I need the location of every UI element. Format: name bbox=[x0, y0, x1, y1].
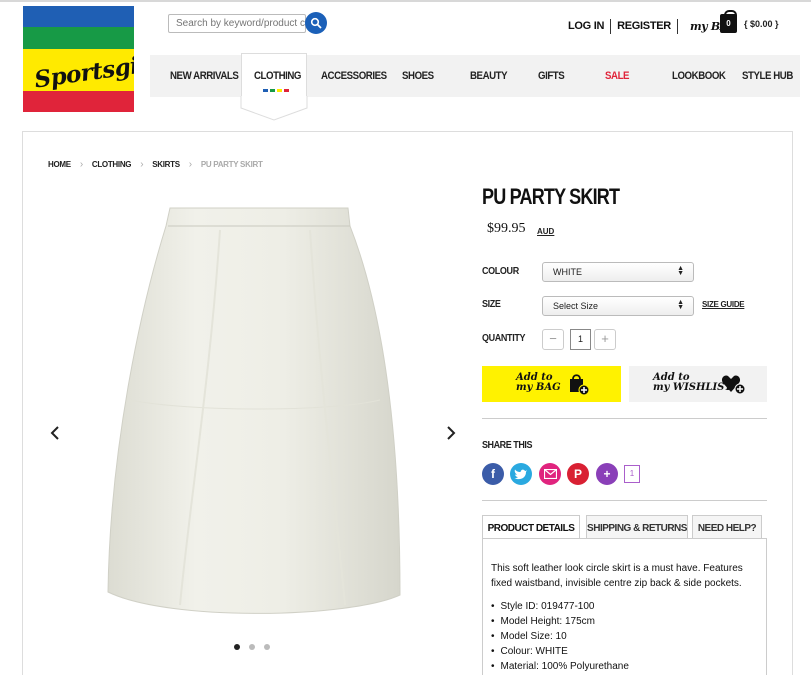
account-links: LOG IN REGISTER my BAG bbox=[568, 18, 738, 34]
nav-item-sale[interactable]: SALE bbox=[605, 70, 630, 82]
search-icon bbox=[310, 17, 322, 29]
nav-item-new-arrivals[interactable]: NEW ARRIVALS bbox=[170, 70, 239, 82]
bag-count: 0 bbox=[726, 19, 731, 28]
divider bbox=[482, 418, 767, 419]
prev-image-button[interactable] bbox=[50, 425, 60, 446]
bag-total: { $0.00 } bbox=[744, 19, 779, 29]
nav-item-clothing[interactable]: CLOTHING bbox=[254, 70, 301, 82]
image-dot[interactable] bbox=[264, 644, 270, 650]
product-description: This soft leather look circle skirt is a… bbox=[491, 563, 743, 589]
quantity-increase-button[interactable]: + bbox=[594, 329, 616, 350]
spec-item: Model Height: 175cm bbox=[491, 614, 758, 629]
size-select-value: Select Size bbox=[553, 301, 599, 311]
image-pagination bbox=[234, 644, 270, 650]
spec-item: Material: 100% Polyurethane bbox=[491, 659, 758, 674]
select-arrows-icon: ▲ ▼ bbox=[677, 299, 684, 311]
register-link[interactable]: REGISTER bbox=[617, 20, 671, 32]
nav-item-lookbook[interactable]: LOOKBOOK bbox=[672, 70, 726, 82]
spec-item: Model Size: 10 bbox=[491, 629, 758, 644]
add-to-bag-button[interactable]: Add to my BAG bbox=[482, 366, 621, 402]
tab-product-details[interactable]: PRODUCT DETAILS bbox=[482, 515, 580, 539]
add-this-plus-icon[interactable]: + bbox=[596, 463, 618, 485]
tab-shipping-returns[interactable]: SHIPPING & RETURNS bbox=[586, 515, 688, 539]
image-dot[interactable] bbox=[249, 644, 255, 650]
breadcrumb: HOME › CLOTHING › SKIRTS › PU PARTY SKIR… bbox=[48, 159, 263, 170]
quantity-label: QUANTITY bbox=[482, 333, 526, 344]
image-dot[interactable] bbox=[234, 644, 240, 650]
pinterest-icon[interactable]: P bbox=[567, 463, 589, 485]
chevron-right-icon: › bbox=[140, 159, 144, 170]
search-input[interactable] bbox=[168, 14, 306, 33]
breadcrumb-clothing[interactable]: CLOTHING bbox=[92, 160, 132, 169]
search-button[interactable] bbox=[305, 12, 327, 34]
chevron-right-icon bbox=[447, 426, 456, 440]
nav-item-accessories[interactable]: ACCESSORIES bbox=[321, 70, 387, 82]
email-icon[interactable] bbox=[539, 463, 561, 485]
chevron-right-icon: › bbox=[79, 159, 83, 170]
colour-label: COLOUR bbox=[482, 266, 519, 277]
facebook-icon[interactable]: f bbox=[482, 463, 504, 485]
breadcrumb-skirts[interactable]: SKIRTS bbox=[152, 160, 180, 169]
add-to-bag-sublabel: my BAG bbox=[516, 382, 561, 393]
quantity-input[interactable]: 1 bbox=[570, 329, 591, 350]
top-divider bbox=[0, 0, 811, 2]
currency-link[interactable]: AUD bbox=[537, 227, 554, 236]
product-title: PU PARTY SKIRT bbox=[482, 184, 620, 209]
tab-panel-product-details: This soft leather look circle skirt is a… bbox=[482, 538, 767, 675]
divider bbox=[676, 18, 678, 34]
product-price: $99.95 bbox=[487, 221, 526, 236]
quantity-decrease-button[interactable]: − bbox=[542, 329, 564, 350]
share-label: SHARE THIS bbox=[482, 440, 533, 451]
nav-pointer bbox=[240, 96, 308, 121]
spec-item: Style ID: 019477-100 bbox=[491, 599, 758, 614]
size-select[interactable]: Select Size ▲ ▼ bbox=[542, 296, 694, 316]
twitter-icon[interactable] bbox=[510, 463, 532, 485]
breadcrumb-home[interactable]: HOME bbox=[48, 160, 71, 169]
heart-plus-icon bbox=[721, 375, 746, 395]
size-label: SIZE bbox=[482, 299, 501, 310]
bag-icon[interactable]: 0 bbox=[720, 10, 737, 33]
nav-item-gifts[interactable]: GIFTS bbox=[538, 70, 565, 82]
add-to-wishlist-button[interactable]: Add to my WISHLIST bbox=[629, 366, 767, 402]
select-arrows-icon: ▲ ▼ bbox=[677, 265, 684, 277]
nav-color-dots bbox=[263, 89, 289, 92]
tab-need-help[interactable]: NEED HELP? bbox=[692, 515, 762, 539]
size-guide-link[interactable]: SIZE GUIDE bbox=[702, 300, 745, 309]
main-nav: NEW ARRIVALS CLOTHING ACCESSORIES SHOES … bbox=[150, 53, 800, 101]
search-bar bbox=[168, 12, 328, 34]
colour-select[interactable]: WHITE ▲ ▼ bbox=[542, 262, 694, 282]
bag-plus-icon bbox=[570, 374, 590, 396]
add-to-wishlist-sublabel: my WISHLIST bbox=[653, 382, 732, 393]
product-specs: Style ID: 019477-100 Model Height: 175cm… bbox=[491, 599, 758, 674]
divider bbox=[610, 18, 612, 34]
next-image-button[interactable] bbox=[446, 425, 456, 446]
nav-item-style-hub[interactable]: STYLE HUB bbox=[742, 70, 793, 82]
product-image[interactable] bbox=[100, 200, 410, 620]
chevron-left-icon bbox=[50, 426, 59, 440]
share-count: 1 bbox=[624, 465, 640, 483]
nav-item-beauty[interactable]: BEAUTY bbox=[470, 70, 508, 82]
chevron-right-icon: › bbox=[188, 159, 192, 170]
breadcrumb-current: PU PARTY SKIRT bbox=[200, 160, 263, 169]
nav-item-shoes[interactable]: SHOES bbox=[402, 70, 434, 82]
spec-item: Colour: WHITE bbox=[491, 644, 758, 659]
colour-select-value: WHITE bbox=[553, 267, 582, 277]
divider bbox=[482, 500, 767, 501]
login-link[interactable]: LOG IN bbox=[568, 20, 604, 32]
sportsgirl-logo[interactable]: Sportsgirl bbox=[23, 6, 134, 112]
